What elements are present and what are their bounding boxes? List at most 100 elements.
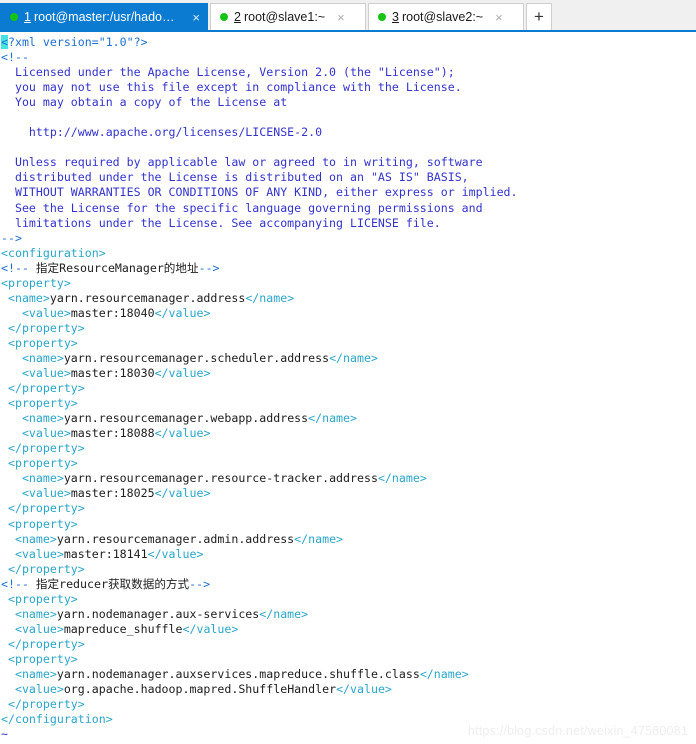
name-close-tag: </name> [329,350,378,365]
code-line: <property> [1,456,696,471]
tab-number: 1 [24,10,31,24]
comment-close-marker: --> [189,576,211,591]
property-name-value: yarn.resourcemanager.address [49,290,246,305]
property-value-text: master:18040 [70,305,155,320]
name-close-tag: </name> [308,411,358,426]
value-close-tag: </value> [147,546,204,561]
property-value-text: org.apache.hadoop.mapred.ShuffleHandler [63,682,337,697]
code-line: Unless required by applicable law or agr… [1,155,696,170]
value-open-tag: <value> [1,486,71,501]
new-tab-button[interactable]: + [526,3,552,30]
property-value-text: master:18141 [63,546,148,561]
value-close-tag: </value> [154,366,211,381]
name-open-tag: <name> [1,350,64,365]
code-line: </property> [1,697,696,712]
terminal-tab-bar: 1 root@master:/usr/hadoop/... × 2 root@s… [0,0,696,32]
value-close-tag: </value> [182,621,239,636]
license-text: You may obtain a copy of the License at [1,95,288,110]
code-line: </property> [1,501,696,516]
property-close-tag: </property> [1,501,85,516]
tab-close-icon[interactable]: × [189,11,203,24]
code-line: limitations under the License. See accom… [1,216,696,231]
property-value-text: master:18088 [70,426,155,441]
code-line: </property> [1,381,696,396]
code-line: <value>org.apache.hadoop.mapred.ShuffleH… [1,682,696,697]
code-line: You may obtain a copy of the License at [1,95,696,110]
name-open-tag: <name> [1,471,64,486]
property-value-text: master:18025 [70,486,155,501]
value-close-tag: </value> [154,486,211,501]
code-line: WITHOUT WARRANTIES OR CONDITIONS OF ANY … [1,185,696,200]
code-line: <value>master:18088</value> [1,426,696,441]
license-text: you may not use this file except in comp… [1,80,462,95]
csdn-watermark: https://blog.csdn.net/weixin_47580081 [467,724,688,738]
code-line: <property> [1,592,696,607]
value-close-tag: </value> [336,682,392,697]
code-line: <property> [1,652,696,667]
property-value-text: mapreduce_shuffle [63,621,183,636]
property-name-value: yarn.resourcemanager.admin.address [56,531,295,546]
property-open-tag: <property> [1,456,78,471]
tab-title: root@slave1:~ [243,10,326,24]
code-line: <property> [1,336,696,351]
property-open-tag: <property> [1,335,78,350]
name-close-tag: </name> [419,666,469,681]
code-line: <?xml version="1.0"?> [1,35,696,50]
value-open-tag: <value> [1,426,71,441]
code-line: <property> [1,517,696,532]
chinese-comment-text: 指定ResourceManager的地址 [35,260,199,275]
name-open-tag: <name> [1,606,57,621]
code-line: <name>yarn.resourcemanager.admin.address… [1,532,696,547]
property-close-tag: </property> [1,320,85,335]
code-line: distributed under the License is distrib… [1,170,696,185]
property-open-tag: <property> [1,275,71,290]
property-open-tag: <property> [1,651,78,666]
comment-open-marker: <!-- [1,260,36,275]
value-open-tag: <value> [1,621,64,636]
code-line: <!-- 指定ResourceManager的地址--> [1,261,696,276]
license-text: Unless required by applicable law or agr… [1,155,483,170]
comment-open-marker: <!-- [1,50,29,65]
name-close-tag: </name> [377,471,427,486]
name-close-tag: </name> [294,531,344,546]
code-line: </property> [1,562,696,577]
code-line: See the License for the specific languag… [1,201,696,216]
code-line: <name>yarn.resourcemanager.address</name… [1,291,696,306]
property-name-value: yarn.nodemanager.aux-services [56,606,260,621]
license-text: See the License for the specific languag… [1,200,483,215]
value-close-tag: </value> [154,426,211,441]
license-url: http://www.apache.org/licenses/LICENSE-2… [1,125,323,140]
value-open-tag: <value> [1,366,71,381]
tab-title: root@slave2:~ [401,10,484,24]
tab-close-icon[interactable]: × [492,11,506,24]
code-line: --> [1,231,696,246]
property-close-tag: </property> [1,636,85,651]
property-name-value: yarn.resourcemanager.scheduler.address [63,350,330,365]
code-line: <property> [1,396,696,411]
code-line: </property> [1,441,696,456]
license-text: distributed under the License is distrib… [1,170,469,185]
tab-title: root@master:/usr/hadoop/... [33,10,181,24]
code-line: <!-- [1,50,696,65]
property-close-tag: </property> [1,441,85,456]
code-line: <property> [1,276,696,291]
tab-root-slave2[interactable]: 3 root@slave2:~ × [368,3,524,30]
code-line: <value>master:18141</value> [1,547,696,562]
tab-root-slave1[interactable]: 2 root@slave1:~ × [210,3,366,30]
comment-close-marker: --> [198,260,220,275]
code-line: http://www.apache.org/licenses/LICENSE-2… [1,125,696,140]
license-text: limitations under the License. See accom… [1,215,441,230]
chinese-comment-text: 指定reducer获取数据的方式 [35,576,190,591]
tab-root-master[interactable]: 1 root@master:/usr/hadoop/... × [0,3,208,30]
property-close-tag: </property> [1,381,85,396]
tab-close-icon[interactable]: × [334,11,348,24]
tab-status-dot-icon [10,13,18,21]
property-name-value: yarn.resourcemanager.resource-tracker.ad… [63,471,378,486]
configuration-close-tag: </configuration> [1,712,113,727]
code-line: <name>yarn.resourcemanager.scheduler.add… [1,351,696,366]
code-line: <!-- 指定reducer获取数据的方式--> [1,577,696,592]
comment-close-marker: --> [1,230,22,245]
terminal-output-area[interactable]: <?xml version="1.0"?> <!-- Licensed unde… [0,32,696,744]
